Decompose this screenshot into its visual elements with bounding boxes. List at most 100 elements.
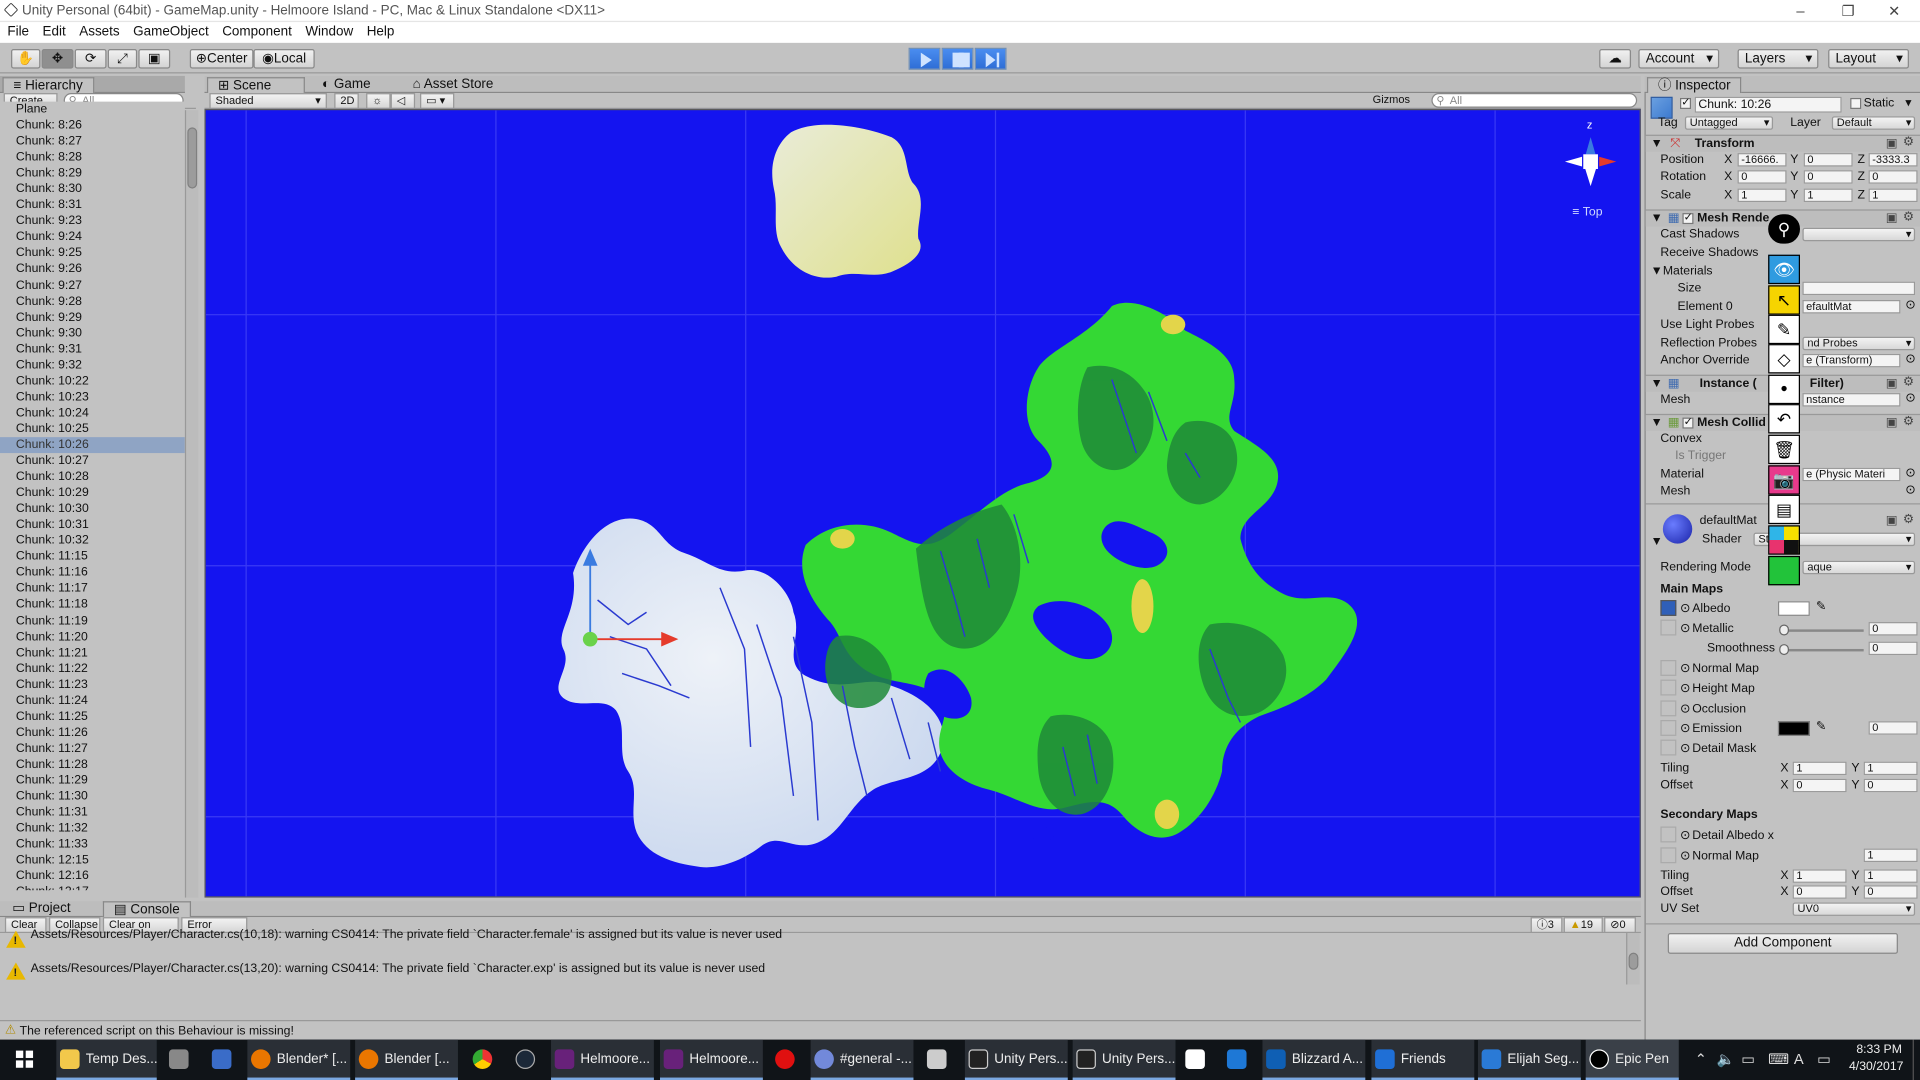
network-icon[interactable]: ▭	[1741, 1051, 1755, 1068]
help-icon[interactable]: ▣	[1886, 416, 1898, 429]
rendering-mode-dropdown[interactable]: aque ▾	[1802, 560, 1916, 575]
albedo-picker-icon[interactable]: ⊙	[1680, 602, 1690, 615]
taskbar-item-app[interactable]	[163, 1040, 195, 1080]
close-button[interactable]: ✕	[1888, 2, 1900, 19]
smoothness-slider-thumb[interactable]	[1779, 644, 1789, 656]
rotation-x-field[interactable]: 0	[1737, 170, 1787, 184]
hierarchy-item[interactable]: Plane	[0, 102, 185, 118]
tab-asset-store[interactable]: ⌂ Asset Store	[403, 77, 503, 93]
taskbar-item-unity[interactable]: Unity Pers...	[964, 1039, 1068, 1080]
audio-toggle-button[interactable]: ◁	[390, 93, 416, 109]
hierarchy-item[interactable]: Chunk: 11:19	[0, 613, 185, 629]
pause-button[interactable]	[941, 47, 974, 70]
taskbar-item-discord[interactable]: #general -...	[810, 1039, 914, 1080]
tab-hierarchy[interactable]: ≡ Hierarchy	[2, 77, 94, 94]
camera-icon[interactable]: 📷	[1768, 465, 1801, 495]
menu-window[interactable]: Window	[298, 22, 359, 39]
hierarchy-item[interactable]: Chunk: 11:25	[0, 709, 185, 725]
scene-search-input[interactable]: ⚲ All	[1431, 93, 1638, 108]
transform-header[interactable]: ▼ ⤧ Transform ▣ ⚙	[1645, 134, 1920, 152]
gear-icon[interactable]: ⚙	[1903, 513, 1914, 526]
taskbar-item-remote[interactable]: Elijah Seg...	[1477, 1039, 1581, 1080]
volume-icon[interactable]: 🔈	[1717, 1051, 1735, 1068]
albedo-texture-slot[interactable]	[1660, 600, 1677, 616]
taskbar-item-app[interactable]	[1221, 1040, 1253, 1080]
rect-tool-button[interactable]: ▣	[138, 48, 171, 69]
layers-dropdown[interactable]: Layers ▾	[1737, 48, 1819, 69]
hierarchy-item[interactable]: Chunk: 11:31	[0, 805, 185, 821]
emission-color-swatch[interactable]	[1777, 721, 1810, 736]
object-picker-icon[interactable]: ⊙	[1905, 353, 1915, 366]
normal-map-slot[interactable]	[1660, 660, 1677, 676]
offset-y-field[interactable]: 0	[1863, 778, 1918, 793]
metallic-slider-track[interactable]	[1782, 629, 1864, 632]
rotation-z-field[interactable]: 0	[1868, 170, 1918, 184]
mesh-collider-enabled-checkbox[interactable]	[1682, 415, 1694, 429]
hierarchy-item[interactable]: Chunk: 10:26	[0, 437, 185, 454]
hierarchy-item[interactable]: Chunk: 9:24	[0, 229, 185, 245]
tab-inspector[interactable]: ⓘ Inspector	[1646, 77, 1742, 94]
status-bar[interactable]: ⚠ The referenced script on this Behaviou…	[0, 1020, 1641, 1040]
cloud-button[interactable]: ☁	[1599, 48, 1632, 69]
hierarchy-item[interactable]: Chunk: 11:20	[0, 629, 185, 645]
metallic-value-field[interactable]: 0	[1868, 622, 1918, 636]
detail-mask-picker-icon[interactable]: ⊙	[1680, 742, 1690, 755]
tab-scene[interactable]: ⊞ Scene	[206, 77, 305, 94]
chevron-up-icon[interactable]: ⌃	[1695, 1051, 1707, 1068]
scene-viewport[interactable]: z ≡ Top	[204, 108, 1641, 898]
menu-file[interactable]: File	[0, 22, 35, 39]
gear-icon[interactable]: ⚙	[1903, 415, 1914, 428]
taskbar-item-epic-pen[interactable]: Epic Pen	[1585, 1039, 1679, 1080]
clock-time[interactable]: 8:33 PM	[1856, 1043, 1902, 1056]
trash-icon[interactable]: 🗑	[1768, 434, 1801, 465]
secondary-normal-map-slot[interactable]	[1660, 847, 1677, 864]
taskbar-item-friends[interactable]: Friends	[1371, 1039, 1475, 1080]
uv-set-dropdown[interactable]: UV0 ▾	[1792, 902, 1916, 916]
hierarchy-item[interactable]: Chunk: 10:27	[0, 453, 185, 469]
taskbar-item-steam[interactable]	[509, 1040, 541, 1080]
menu-gameobject[interactable]: GameObject	[126, 22, 215, 39]
hierarchy-item[interactable]: Chunk: 9:28	[0, 293, 185, 309]
shading-dropdown[interactable]: Shaded ▾	[209, 93, 327, 109]
orientation-gizmo[interactable]: z ≡ Top	[1564, 120, 1617, 219]
show-desktop-button[interactable]	[1912, 1039, 1918, 1080]
detail-albedo-slot[interactable]	[1660, 826, 1677, 843]
taskbar-item-recorder[interactable]	[769, 1040, 801, 1080]
play-button[interactable]	[908, 47, 941, 70]
position-y-field[interactable]: 0	[1803, 153, 1853, 167]
taskbar-item-document[interactable]	[1179, 1040, 1211, 1080]
account-dropdown[interactable]: Account ▾	[1638, 48, 1720, 69]
hierarchy-item[interactable]: Chunk: 11:21	[0, 645, 185, 661]
hierarchy-item[interactable]: Chunk: 11:32	[0, 821, 185, 837]
tab-console[interactable]: ▤ Console	[102, 901, 191, 918]
taskbar-item-chrome[interactable]	[467, 1040, 499, 1080]
hierarchy-item[interactable]: Chunk: 12:16	[0, 868, 185, 884]
chevron-down-icon[interactable]: ▾	[1905, 97, 1911, 110]
pen-icon[interactable]: ✎	[1768, 314, 1801, 345]
hierarchy-item[interactable]: Chunk: 11:23	[0, 677, 185, 693]
hierarchy-item[interactable]: Chunk: 9:26	[0, 261, 185, 277]
menu-help[interactable]: Help	[359, 22, 400, 39]
layer-dropdown[interactable]: Default ▾	[1831, 116, 1916, 130]
hierarchy-scroll-thumb[interactable]	[187, 127, 198, 189]
current-color-swatch[interactable]	[1768, 555, 1801, 586]
anchor-override-field[interactable]: e (Transform)	[1802, 353, 1901, 368]
secondary-offset-y-field[interactable]: 0	[1863, 885, 1918, 899]
scene-canvas[interactable]: z ≡ Top	[205, 110, 1641, 897]
hierarchy-item[interactable]: Chunk: 10:31	[0, 517, 185, 533]
log-entry[interactable]: Assets/Resources/Player/Character.cs(10,…	[0, 928, 1629, 948]
reflection-probes-dropdown[interactable]: nd Probes ▾	[1802, 336, 1916, 351]
detail-mask-slot[interactable]	[1660, 739, 1677, 756]
occlusion-slot[interactable]	[1660, 700, 1677, 717]
cast-shadows-dropdown[interactable]: ▾	[1802, 227, 1916, 242]
log-entry[interactable]: Assets/Resources/Player/Character.cs(13,…	[0, 958, 1629, 985]
hand-tool-button[interactable]: ✋	[11, 48, 41, 69]
static-checkbox[interactable]	[1850, 97, 1862, 109]
object-picker-icon[interactable]: ⊙	[1905, 299, 1915, 312]
console-scrollbar[interactable]	[1626, 933, 1640, 985]
hierarchy-item[interactable]: Chunk: 11:18	[0, 597, 185, 613]
step-button[interactable]	[974, 47, 1007, 70]
gear-icon[interactable]: ⚙	[1903, 376, 1914, 389]
position-x-field[interactable]: -16666.	[1737, 153, 1787, 167]
position-z-field[interactable]: -3333.3	[1868, 153, 1918, 167]
